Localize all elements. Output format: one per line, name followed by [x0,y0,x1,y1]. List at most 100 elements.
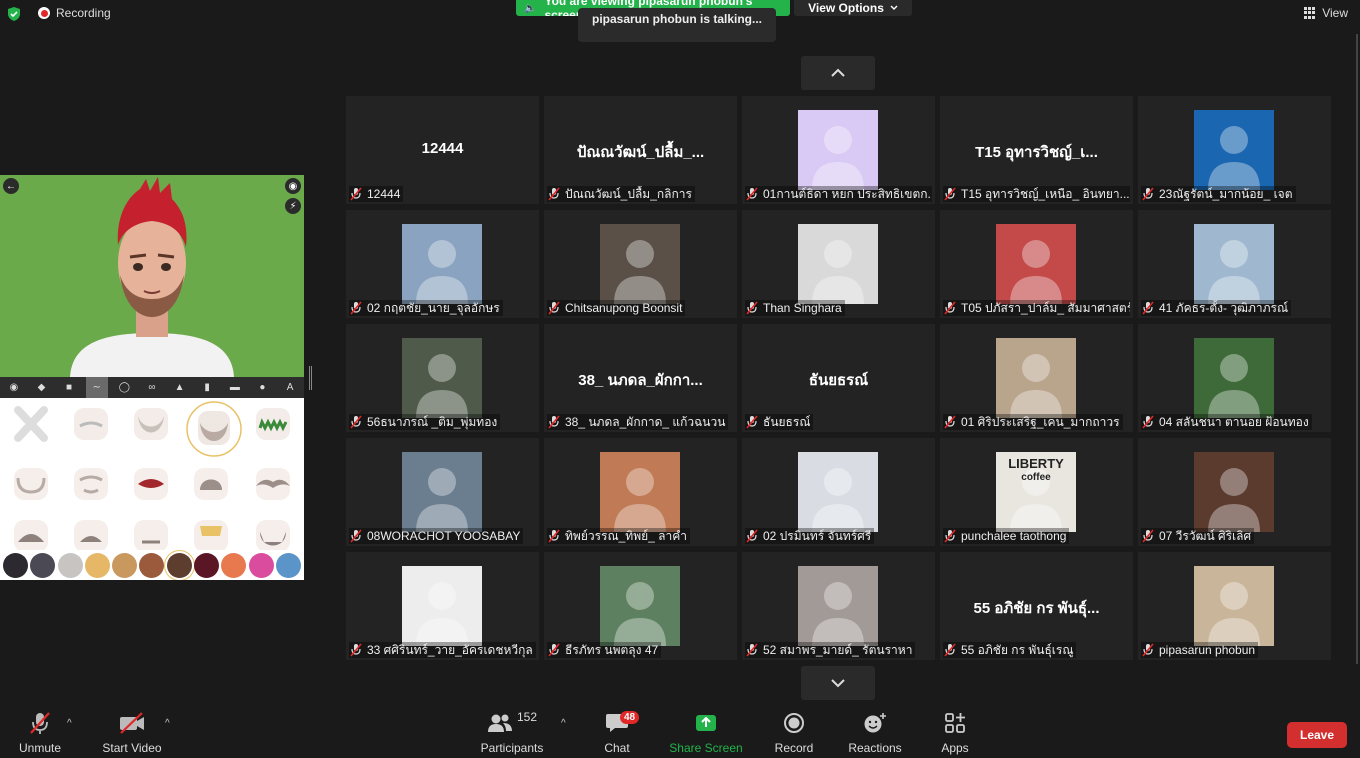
participant-name: 04 สลันชนา ตานอย ฝ้อนทอง [1159,414,1309,429]
participant-tile[interactable]: 41 ภัคธร-ตั้ง- วุฒิภาภรณ์ [1138,210,1331,318]
participant-tile[interactable]: 55 อภิชัย กร พันธุ์... 55 อภิชัย กร พันธุ… [940,552,1133,660]
color-swatch[interactable] [193,552,219,578]
gallery-scrollbar[interactable] [1356,34,1358,664]
glasses-icon[interactable]: ∞ [141,377,163,398]
no-beard-icon[interactable] [6,404,56,444]
resize-handle[interactable] [309,366,312,390]
beard-option-selected[interactable] [186,401,242,457]
participant-tile[interactable]: 12444 12444 [346,96,539,204]
participant-video [402,224,482,304]
video-options-caret-icon[interactable]: ^ [165,718,170,729]
participant-name: 23ณัฐรัตน์_มากน้อย_ เจต [1159,186,1293,201]
participants-options-caret-icon[interactable]: ^ [561,718,566,729]
participant-tile[interactable]: 33 ศศิรินทร์_วาย_อัครเดชหวีกุล [346,552,539,660]
share-screen-button[interactable]: Share Screen [668,700,744,758]
face-shape-icon[interactable]: ◉ [3,377,25,398]
color-swatch[interactable] [84,552,110,578]
participant-tile[interactable]: T15 อุทารวิชญ์_เ... T15 อุทารวิชญ์_เหนือ_… [940,96,1133,204]
participant-name-label: 23ณัฐรัตน์_มากน้อย_ เจต [1141,186,1296,202]
beard-option[interactable] [248,464,298,504]
accessory-icon[interactable]: ▬ [224,377,246,398]
beard-option[interactable] [66,404,116,444]
microphone-muted-icon [944,415,956,429]
gallery-up-button[interactable] [801,56,875,90]
shirt-icon[interactable]: ▲ [169,377,191,398]
chevron-up-icon [831,68,845,77]
participant-tile[interactable]: 07 วีรวัฒน์ ศิริเลิศ [1138,438,1331,546]
participant-name: 01กานต์ธิดา หยก ประสิทธิเขตก... [763,186,932,201]
color-swatch[interactable] [3,552,29,578]
person-silhouette-icon [1208,126,1260,190]
unmute-button[interactable]: Unmute [14,700,66,758]
participant-tile[interactable]: ธีรภัทร นพตลุง 47 [544,552,737,660]
participant-tile[interactable]: 02 กฤตชัย_นาย_จุลอักษร [346,210,539,318]
photo-sign-text: LIBERTY [1008,456,1064,471]
eye-icon[interactable]: ◯ [113,377,135,398]
participant-tile[interactable]: ปัณณวัฒน์_ปลื้ม_... ปัณณวัฒน์_ปลื้ม_กลิกา… [544,96,737,204]
participant-video [1194,224,1274,304]
chat-button[interactable]: Chat [598,700,636,758]
color-swatch[interactable] [139,552,165,578]
view-button[interactable]: View [1304,6,1348,20]
hat-icon[interactable]: ▮ [196,377,218,398]
color-swatch[interactable] [275,552,301,578]
participant-video [996,224,1076,304]
participant-tile[interactable]: Chitsanupong Boonsit [544,210,737,318]
participant-tile[interactable]: 52 สมาพร_มายด์_ รัตนราหา [742,552,935,660]
participant-tile[interactable]: 08WORACHOT YOOSABAY [346,438,539,546]
leave-button[interactable]: Leave [1287,722,1347,748]
gallery-down-button[interactable] [801,666,875,700]
participant-tile[interactable]: 02 ปรมินทร์ จันทร์ศรี [742,438,935,546]
participant-tile[interactable]: ทิพย์วรรณ_ทิพย์_ ลาคำ [544,438,737,546]
beard-option[interactable] [126,464,176,504]
color-swatch[interactable] [221,552,247,578]
avatar-category-toolbar: ◉ ◆ ■ ∼ ◯ ∞ ▲ ▮ ▬ ● A [0,377,304,398]
chevron-down-icon [890,5,898,10]
participant-tile[interactable]: pipasarun phobun [1138,552,1331,660]
microphone-muted-icon [350,301,362,315]
participant-name: 07 วีรวัฒน์ ศิริเลิศ [1159,528,1252,543]
security-shield-icon[interactable] [6,6,22,22]
person-silhouette-icon [1208,582,1260,646]
beard-option[interactable] [6,464,56,504]
participant-tile[interactable]: 01 ศิริประเสริฐ_เคน_มากถาวร [940,324,1133,432]
start-video-button[interactable]: Start Video [100,700,164,758]
hair-icon[interactable]: ◆ [30,377,52,398]
participant-tile[interactable]: T05 ปภัสรา_ปาล์ม_ สัมมาศาสตร์ [940,210,1133,318]
participant-name: punchalee taothong [961,529,1067,543]
participant-tile[interactable]: LIBERTY coffee punchalee taothong [940,438,1133,546]
color-swatch[interactable] [57,552,83,578]
mustache-icon[interactable]: ∼ [85,377,108,398]
apps-button[interactable]: Apps [936,700,974,758]
audio-options-caret-icon[interactable]: ^ [67,718,72,729]
chevron-down-icon [831,679,845,688]
beard-option[interactable] [186,464,236,504]
participant-tile[interactable]: 04 สลันชนา ตานอย ฝ้อนทอง [1138,324,1331,432]
beard-option[interactable] [66,464,116,504]
participant-name-label: 33 ศศิรินทร์_วาย_อัครเดชหวีกุล [349,642,536,658]
view-options-button[interactable]: View Options [794,0,912,16]
participant-tile[interactable]: 56ธนาภรณ์ _ติม_พุ่มทอง [346,324,539,432]
color-swatch[interactable] [30,552,56,578]
reactions-button[interactable]: Reactions [846,700,904,758]
video-camera-off-icon [120,712,144,734]
microphone-muted-icon [30,712,50,734]
text-icon[interactable]: A [279,377,301,398]
beard-option[interactable] [126,404,176,444]
color-swatch[interactable] [112,552,138,578]
participant-tile[interactable]: 38_ นภดล_ผักกา... 38_ นภดล_ผักกาด_ แก้วฉน… [544,324,737,432]
record-button[interactable]: Record [772,700,816,758]
recording-indicator[interactable]: Recording [38,6,111,20]
talking-indicator: pipasarun phobun is talking... [578,8,776,42]
person-silhouette-icon [812,582,864,646]
beard-option[interactable] [248,404,298,444]
color-swatch[interactable] [248,552,274,578]
participant-tile[interactable]: 23ณัฐรัตน์_มากน้อย_ เจต [1138,96,1331,204]
speech-bubble-icon[interactable]: ● [251,377,273,398]
participants-button[interactable]: 152 Participants [478,700,546,758]
ear-icon[interactable]: ■ [58,377,80,398]
participant-tile[interactable]: ธันยธรณ์ ธันยธรณ์ [742,324,935,432]
color-swatch[interactable] [166,552,192,578]
participant-tile[interactable]: Than Singhara [742,210,935,318]
participant-tile[interactable]: 01กานต์ธิดา หยก ประสิทธิเขตก... [742,96,935,204]
